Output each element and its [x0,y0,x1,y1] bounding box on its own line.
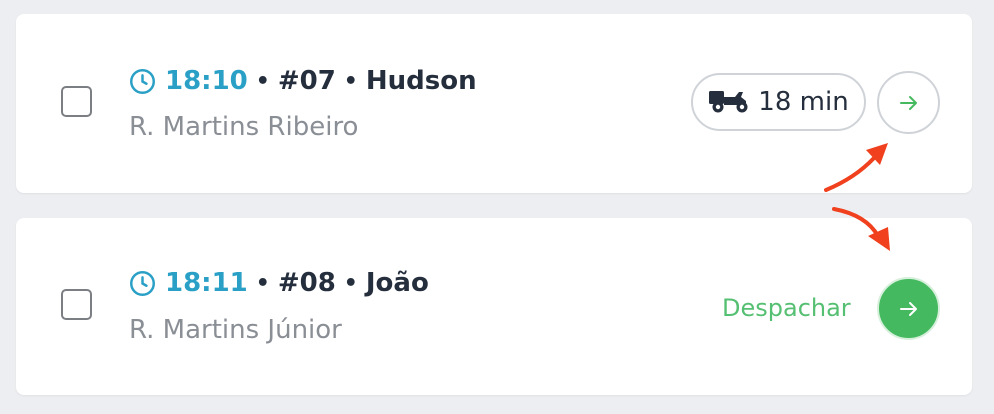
customer-name: Hudson [365,66,477,96]
dispatch-button[interactable] [877,71,940,134]
dispatch-button[interactable] [877,277,940,340]
customer-name: João [365,268,429,298]
arrow-right-icon [899,301,917,316]
order-checkbox[interactable] [61,289,92,320]
order-time: 18:10 [165,66,248,96]
order-time: 18:11 [165,268,248,298]
separator: • [343,270,358,296]
order-title-line: 18:10 • #07 • Hudson [129,64,477,98]
order-title-line: 18:11 • #08 • João [129,266,429,300]
clock-icon [130,270,155,296]
dispatch-label[interactable]: Despachar [722,294,851,322]
separator: • [343,68,358,94]
order-number: #08 [277,268,336,298]
separator: • [255,270,270,296]
order-number: #07 [277,66,336,96]
separator: • [255,68,270,94]
eta-badge: 18 min [691,73,866,131]
motorcycle-delivery-icon [709,91,748,113]
eta-text: 18 min [758,87,849,117]
clock-icon [130,68,155,94]
order-address: R. Martins Júnior [129,315,342,345]
order-card-08: 18:11 • #08 • João R. Martins Júnior Des… [16,218,972,395]
order-address: R. Martins Ribeiro [129,112,359,142]
order-card-07: 18:10 • #07 • Hudson R. Martins Ribeiro … [16,14,972,193]
order-checkbox[interactable] [61,86,92,117]
arrow-right-icon [899,95,917,110]
